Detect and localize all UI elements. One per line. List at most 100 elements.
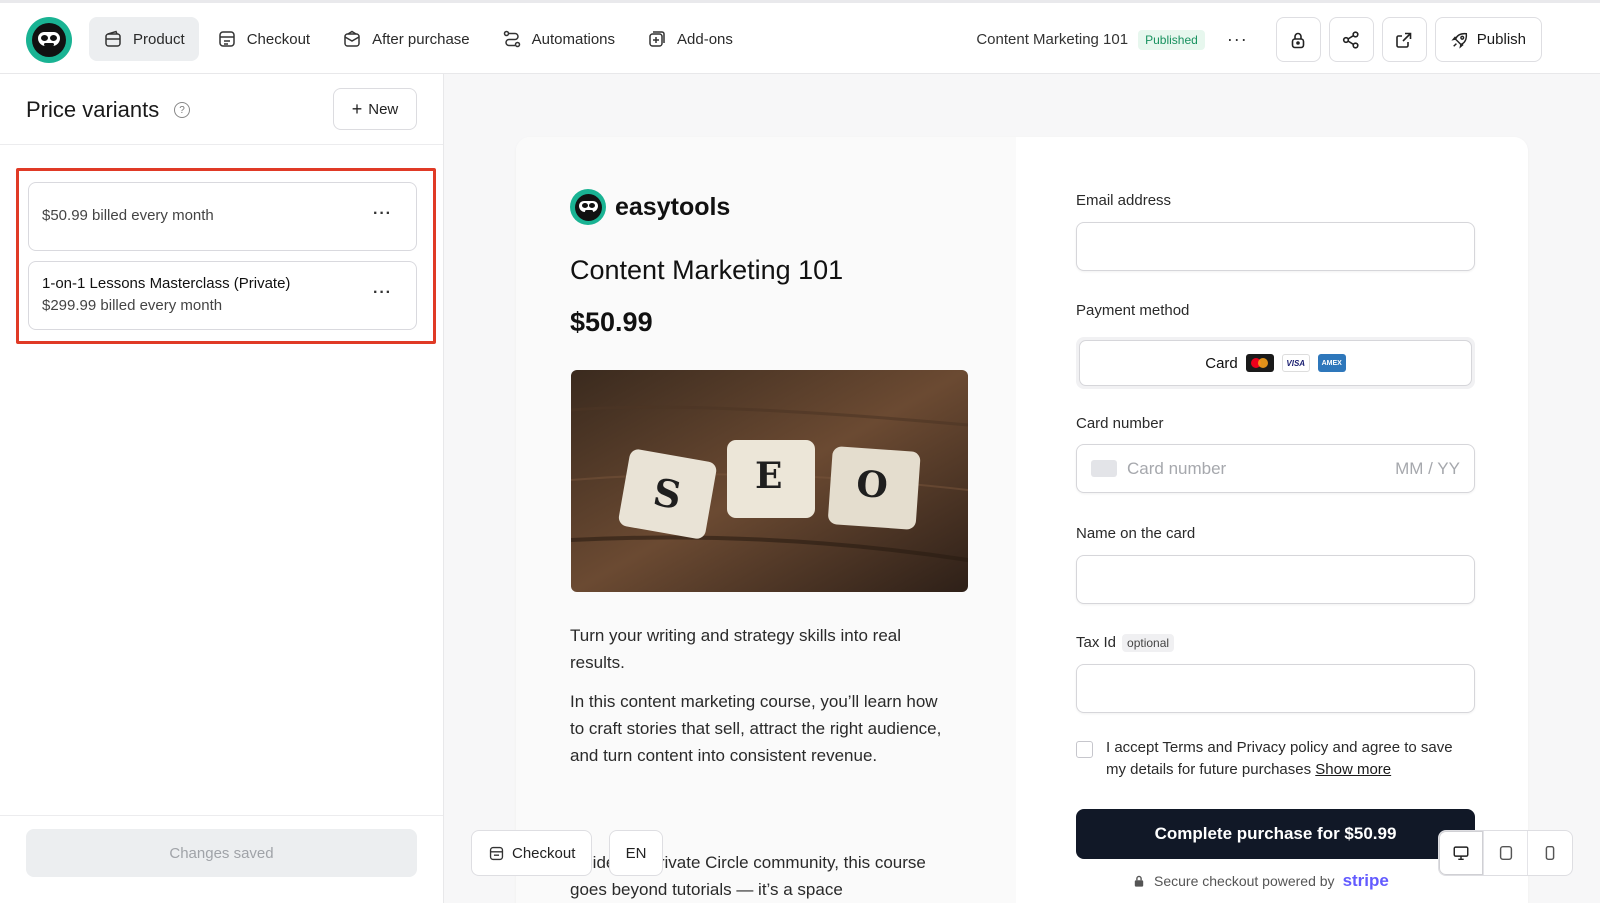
nav-checkout[interactable]: Checkout (203, 17, 324, 61)
nav-product[interactable]: Product (89, 17, 199, 61)
brand-name: easytools (615, 192, 731, 221)
variant-subtitle: $299.99 billed every month (42, 297, 223, 314)
stripe-logo: stripe (1342, 871, 1389, 890)
lock-icon (1291, 32, 1305, 48)
optional-tag: optional (1122, 634, 1175, 652)
nav-label: Automations (531, 30, 616, 48)
external-link-icon (1396, 32, 1412, 48)
product-description-1: Turn your writing and strategy skills in… (570, 626, 902, 672)
variant-menu-button[interactable]: ··· (373, 284, 392, 302)
email-field[interactable] (1076, 222, 1475, 271)
main-nav: Product Checkout After purchase Automati… (89, 17, 747, 61)
nav-automations[interactable]: Automations (488, 17, 629, 61)
credit-card-icon (1091, 460, 1117, 477)
nav-label: After purchase (372, 30, 470, 48)
tablet-preview-button[interactable] (1484, 831, 1529, 875)
desktop-icon (1453, 846, 1469, 861)
secure-checkout-note: Secure checkout powered by stripe (1132, 871, 1389, 891)
product-price: $50.99 (570, 307, 653, 337)
terms-checkbox[interactable] (1076, 741, 1093, 758)
automations-icon (503, 30, 520, 48)
terms-text: I accept Terms and Privacy policy and ag… (1106, 737, 1476, 781)
language-selector[interactable]: EN (609, 830, 663, 876)
secure-text: Secure checkout powered by (1154, 873, 1335, 889)
complete-purchase-button[interactable]: Complete purchase for $50.99 (1076, 809, 1475, 859)
payment-method-label: Payment method (1076, 302, 1190, 319)
new-label: New (368, 100, 399, 118)
terms-consent: I accept Terms and Privacy policy and ag… (1076, 737, 1476, 781)
mobile-icon (1545, 845, 1555, 861)
variant-title: 1-on-1 Lessons Masterclass (Private) (42, 275, 291, 292)
price-variant-item[interactable]: $50.99 billed every month ··· (28, 182, 417, 251)
topbar-actions: Content Marketing 101 Published ··· Publ… (976, 17, 1542, 62)
tax-id-field[interactable] (1076, 664, 1475, 713)
rocket-icon (1451, 32, 1467, 49)
tablet-icon (1499, 845, 1512, 861)
amex-icon: AMEX (1317, 354, 1346, 372)
brand-logo (570, 189, 606, 225)
variant-menu-button[interactable]: ··· (373, 205, 392, 223)
app-logo[interactable] (26, 17, 72, 63)
email-label: Email address (1076, 192, 1172, 209)
card-payment-option[interactable]: Card VISA AMEX (1079, 340, 1472, 386)
sidebar: Price variants ? + New $50.99 billed eve… (0, 74, 444, 903)
lock-button[interactable] (1275, 17, 1321, 62)
sloth-logo-icon (32, 23, 66, 57)
tax-id-label: Tax Id optional (1076, 634, 1175, 652)
checkout-toggle-label: Checkout (512, 844, 576, 862)
nav-label: Product (133, 30, 185, 48)
nav-after-purchase[interactable]: After purchase (328, 17, 484, 61)
card-number-field[interactable]: Card number MM / YY (1076, 444, 1475, 493)
price-variants-list: $50.99 billed every month ··· 1-on-1 Les… (16, 168, 436, 344)
payment-method-selector[interactable]: Card VISA AMEX (1076, 337, 1475, 389)
desktop-preview-button[interactable] (1439, 831, 1484, 875)
sidebar-title: Price variants (26, 97, 160, 122)
expiry-placeholder[interactable]: MM / YY (1395, 459, 1460, 479)
more-menu-button[interactable]: ··· (1227, 29, 1248, 50)
brand: easytools (570, 189, 730, 225)
status-badge: Published (1138, 29, 1205, 50)
open-external-button[interactable] (1381, 17, 1427, 62)
tile-letter: E (755, 455, 782, 497)
lock-icon (1134, 875, 1144, 887)
tax-id-text: Tax Id (1076, 634, 1117, 651)
visa-icon: VISA (1281, 354, 1310, 372)
device-preview-toggle (1438, 830, 1573, 876)
show-more-link[interactable]: Show more (1315, 761, 1391, 778)
product-image: S E O (571, 370, 968, 592)
mail-icon (344, 30, 360, 47)
checkout-icon (218, 31, 235, 47)
sloth-logo-icon (574, 193, 602, 221)
nav-label: Add-ons (677, 30, 733, 48)
card-number-placeholder: Card number (1127, 458, 1227, 478)
top-bar: Product Checkout After purchase Automati… (0, 0, 1600, 74)
tile-letter: O (855, 463, 889, 507)
mastercard-icon (1245, 354, 1274, 372)
checkout-preview-card: easytools Content Marketing 101 $50.99 S… (516, 137, 1528, 903)
publish-label: Publish (1476, 31, 1526, 48)
product-info-panel: easytools Content Marketing 101 $50.99 S… (516, 137, 1016, 903)
name-on-card-label: Name on the card (1076, 525, 1196, 542)
product-title: Content Marketing 101 (570, 255, 844, 285)
checkout-view-toggle[interactable]: Checkout (471, 830, 593, 876)
wallet-icon (105, 30, 121, 47)
plus-icon: + (351, 99, 363, 119)
addons-icon (649, 31, 665, 47)
share-button[interactable] (1328, 17, 1374, 62)
share-icon (1343, 30, 1359, 49)
nav-label: Checkout (246, 30, 311, 48)
checkout-icon (489, 846, 504, 860)
mobile-preview-button[interactable] (1528, 831, 1572, 875)
new-variant-button[interactable]: + New (333, 88, 417, 130)
help-icon[interactable]: ? (174, 102, 190, 118)
terms-label: I accept Terms and Privacy policy and ag… (1106, 739, 1453, 778)
sidebar-footer: Changes saved (0, 815, 443, 903)
name-on-card-field[interactable] (1076, 555, 1475, 604)
changes-saved-button: Changes saved (26, 829, 417, 877)
nav-addons[interactable]: Add-ons (633, 17, 747, 61)
product-description-2: In this content marketing course, you’ll… (570, 692, 942, 765)
price-variant-item[interactable]: 1-on-1 Lessons Masterclass (Private) $29… (28, 261, 417, 330)
product-name: Content Marketing 101 (976, 31, 1129, 48)
publish-button[interactable]: Publish (1434, 17, 1542, 62)
sidebar-header: Price variants ? + New (0, 74, 443, 145)
